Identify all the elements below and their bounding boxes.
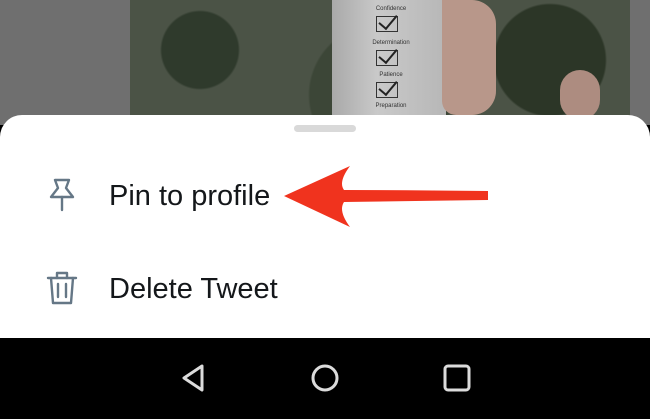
tweet-photo: Confidence Determination Patience Prepar… — [130, 0, 630, 125]
checkbox-drawing — [376, 50, 398, 66]
pin-icon — [49, 178, 75, 212]
cup-image: Confidence Determination Patience Prepar… — [332, 0, 446, 125]
home-circle-icon[interactable] — [307, 360, 343, 396]
recents-square-icon[interactable] — [439, 360, 475, 396]
trash-icon — [46, 271, 78, 305]
back-triangle-icon[interactable] — [176, 360, 212, 396]
cup-label: Preparation — [375, 103, 407, 109]
checkbox-drawing — [376, 16, 398, 32]
menu-item-label: Delete Tweet — [109, 273, 278, 305]
menu-item-label: Pin to profile — [109, 180, 271, 212]
hand-image — [442, 0, 496, 115]
delete-tweet-option[interactable]: Delete Tweet — [0, 245, 650, 335]
android-navigation-bar — [0, 338, 650, 419]
red-arrow-icon — [284, 166, 488, 227]
sheet-drag-handle[interactable] — [294, 125, 356, 132]
checkbox-drawing — [376, 82, 398, 98]
hand-image — [560, 70, 600, 120]
tweet-photo-background: Confidence Determination Patience Prepar… — [0, 0, 650, 125]
